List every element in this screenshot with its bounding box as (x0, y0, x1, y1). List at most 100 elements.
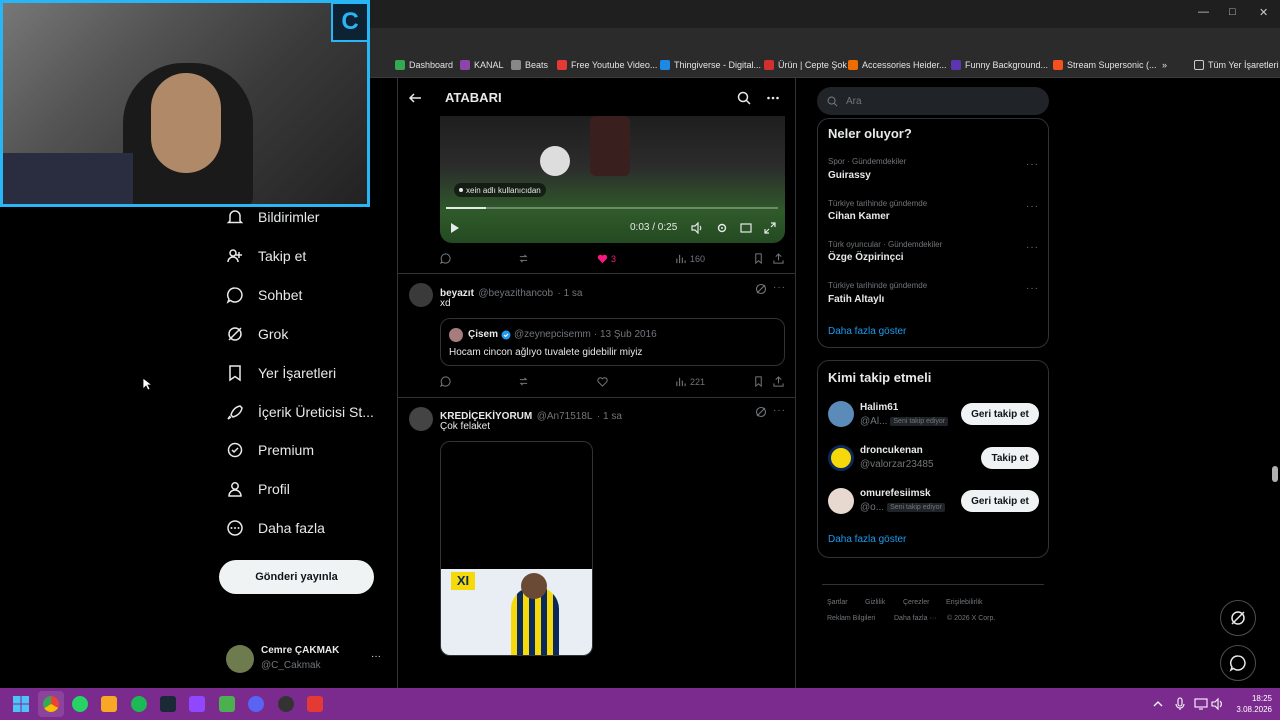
trend-more-icon[interactable]: ··· (1026, 283, 1039, 294)
bookmark-item[interactable]: Dashboard (395, 60, 453, 70)
nav-grok[interactable]: Grok (226, 322, 288, 346)
messages-fab-button[interactable] (1220, 645, 1256, 681)
tweet-more-icon[interactable]: ··· (773, 405, 786, 416)
play-icon[interactable] (450, 222, 460, 234)
quoted-tweet[interactable]: Çisem @zeynepcisemm · 13 Şub 2016 Hocam … (440, 318, 785, 366)
suggestion-name[interactable]: omurefesiimsk (860, 488, 931, 499)
video-source-badge[interactable]: xein adlı kullanıcıdan (454, 183, 546, 197)
maximize-button[interactable]: □ (1229, 6, 1236, 18)
whatsapp-icon[interactable] (72, 696, 88, 712)
bookmark-icon[interactable] (753, 253, 764, 264)
follow-button[interactable]: Takip et (981, 447, 1039, 469)
bookmarks-overflow-button[interactable]: » (1162, 60, 1167, 70)
clock[interactable]: 18:25 3.08.2026 (1232, 693, 1272, 715)
bookmark-item[interactable]: Beats (511, 60, 548, 70)
network-icon[interactable] (1194, 697, 1208, 711)
chrome-icon[interactable] (43, 696, 59, 712)
discord-icon[interactable] (248, 696, 264, 712)
repost-icon[interactable] (518, 376, 529, 387)
bookmark-item[interactable]: KANAL (460, 60, 504, 70)
share-icon[interactable] (773, 376, 784, 387)
footer-accessibility[interactable]: Erişilebilirlik (946, 599, 983, 606)
follow-back-button[interactable]: Geri takip et (961, 403, 1039, 425)
nav-bookmarks[interactable]: Yer İşaretleri (226, 361, 336, 385)
scrollbar-thumb[interactable] (1272, 466, 1278, 482)
nav-more[interactable]: Daha fazla (226, 516, 325, 540)
avatar[interactable] (828, 401, 854, 427)
minecraft-icon[interactable] (219, 696, 235, 712)
nav-creator-studio[interactable]: İçerik Üreticisi St... (226, 400, 374, 424)
reply-icon[interactable] (440, 253, 451, 264)
suggestion-name[interactable]: droncukenan (860, 445, 923, 456)
grok-fab-button[interactable] (1220, 600, 1256, 636)
tweet[interactable]: KREDİÇEKİYORUM @An71518L · 1 sa ··· Çok … (398, 398, 795, 688)
avatar[interactable] (409, 283, 433, 307)
search-icon[interactable] (737, 91, 751, 105)
bookmark-icon[interactable] (753, 376, 764, 387)
nav-chat[interactable]: Sohbet (226, 283, 302, 307)
tweet[interactable]: beyazıt @beyazithancob · 1 sa ··· xd Çis… (398, 274, 795, 396)
account-switcher[interactable]: Cemre ÇAKMAK @C_Cakmak ··· (226, 643, 386, 675)
bookmark-item[interactable]: Funny Background... (951, 60, 1048, 70)
bookmark-item[interactable]: Free Youtube Video... (557, 60, 657, 70)
volume-icon[interactable] (691, 222, 703, 234)
all-bookmarks-folder[interactable]: Tüm Yer İşaretleri (1194, 60, 1279, 70)
trend-more-icon[interactable]: ··· (1026, 201, 1039, 212)
nav-notifications[interactable]: Bildirimler (226, 205, 319, 229)
tweet-more-icon[interactable]: ··· (773, 282, 786, 293)
windows-start-icon[interactable] (13, 696, 29, 712)
more-dots-icon[interactable] (766, 91, 780, 105)
app-icon[interactable] (278, 696, 294, 712)
footer-terms[interactable]: Şartlar (827, 599, 848, 606)
footer-privacy[interactable]: Gizlilik (865, 599, 885, 606)
author-handle[interactable]: @An71518L (537, 411, 593, 422)
bookmark-item[interactable]: Accessories Heider... (848, 60, 947, 70)
avatar[interactable] (828, 488, 854, 514)
heart-filled-icon[interactable] (597, 253, 608, 264)
tweet-image[interactable]: XI (440, 441, 593, 656)
minimize-button[interactable]: — (1198, 6, 1209, 18)
video-player[interactable]: xein adlı kullanıcıdan 0:03 / 0:25 (440, 116, 785, 243)
obs-icon[interactable] (189, 696, 205, 712)
file-explorer-icon[interactable] (101, 696, 117, 712)
microphone-icon[interactable] (1174, 697, 1186, 711)
nav-premium[interactable]: Premium (226, 438, 314, 462)
follow-back-button[interactable]: Geri takip et (961, 490, 1039, 512)
nav-follow[interactable]: Takip et (226, 244, 306, 268)
author-handle[interactable]: @beyazithancob (478, 288, 553, 299)
media-player-icon[interactable] (307, 696, 323, 712)
trend-more-icon[interactable]: ··· (1026, 242, 1039, 253)
avatar[interactable] (409, 407, 433, 431)
bookmark-item[interactable]: Ürün | Cepte Şok (764, 60, 847, 70)
repost-icon[interactable] (518, 253, 529, 264)
back-arrow-icon[interactable] (408, 91, 422, 105)
bookmark-item[interactable]: Thingiverse - Digital... (660, 60, 761, 70)
video-progress-bar[interactable] (446, 207, 778, 209)
steam-icon[interactable] (160, 696, 176, 712)
reply-icon[interactable] (440, 376, 451, 387)
suggestion-name[interactable]: Halim61 (860, 402, 898, 413)
close-button[interactable]: ✕ (1259, 6, 1268, 19)
footer-cookies[interactable]: Çerezler (903, 599, 929, 606)
bookmark-item[interactable]: Stream Supersonic (... (1053, 60, 1157, 70)
who-show-more-link[interactable]: Daha fazla göster (828, 534, 906, 545)
fullscreen-icon[interactable] (764, 222, 776, 234)
heart-icon[interactable] (597, 376, 608, 387)
footer-ads-info[interactable]: Reklam Bilgileri (827, 615, 875, 622)
trends-show-more-link[interactable]: Daha fazla göster (828, 326, 906, 337)
post-button[interactable]: Gönderi yayınla (219, 560, 374, 594)
chevron-up-icon[interactable] (1153, 699, 1163, 709)
nav-profile[interactable]: Profil (226, 477, 290, 501)
grok-icon[interactable] (755, 406, 767, 418)
speaker-icon[interactable] (1211, 697, 1225, 711)
settings-gear-icon[interactable] (716, 222, 728, 234)
avatar[interactable] (828, 445, 854, 471)
search-box[interactable]: Ara (817, 87, 1049, 115)
account-more-icon[interactable]: ··· (371, 651, 381, 662)
views-icon[interactable] (675, 376, 686, 387)
share-icon[interactable] (773, 253, 784, 264)
tweet-time[interactable]: · 1 sa (597, 411, 622, 422)
grok-icon[interactable] (755, 283, 767, 295)
views-icon[interactable] (675, 253, 686, 264)
tweet-time[interactable]: · 1 sa (557, 288, 582, 299)
